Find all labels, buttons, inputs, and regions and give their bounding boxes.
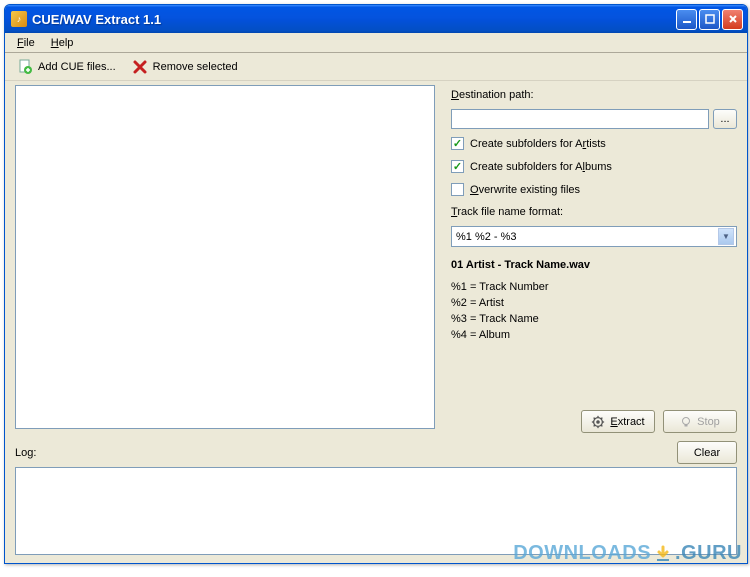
log-header: Log: Clear [15, 441, 737, 464]
window-title: CUE/WAV Extract 1.1 [32, 12, 676, 27]
overwrite-checkbox[interactable] [451, 183, 464, 196]
create-artists-checkbox[interactable] [451, 137, 464, 150]
format-value: %1 %2 - %3 [456, 231, 517, 243]
gear-icon [591, 415, 605, 429]
remove-selected-label: Remove selected [153, 61, 238, 73]
content-area: Destination path: ... Create subfolders … [5, 81, 747, 563]
destination-label: Destination path: [451, 87, 737, 103]
extract-label: Extract [610, 416, 644, 428]
format-label: Track file name format: [451, 204, 737, 220]
menu-file[interactable]: File [9, 35, 43, 51]
destination-input[interactable] [451, 109, 709, 129]
legend-1: %1 = Track Number [451, 279, 737, 295]
titlebar[interactable]: ♪ CUE/WAV Extract 1.1 [5, 5, 747, 33]
chevron-down-icon: ▼ [718, 228, 734, 245]
x-remove-icon [132, 59, 148, 75]
create-albums-label: Create subfolders for Albums [470, 161, 612, 173]
menubar: File Help [5, 33, 747, 53]
menu-help[interactable]: Help [43, 35, 82, 51]
format-example: 01 Artist - Track Name.wav [451, 253, 737, 273]
legend-4: %4 = Album [451, 327, 737, 343]
close-button[interactable] [722, 9, 743, 30]
minimize-button[interactable] [676, 9, 697, 30]
upper-section: Destination path: ... Create subfolders … [15, 85, 737, 433]
create-artists-label: Create subfolders for Artists [470, 138, 606, 150]
create-artists-row: Create subfolders for Artists [451, 135, 737, 152]
add-cue-button[interactable]: Add CUE files... [11, 56, 122, 78]
format-select[interactable]: %1 %2 - %3 ▼ [451, 226, 737, 247]
log-output[interactable] [15, 467, 737, 555]
maximize-button[interactable] [699, 9, 720, 30]
extract-button[interactable]: Extract [581, 410, 655, 433]
create-albums-checkbox[interactable] [451, 160, 464, 173]
format-legend: %1 = Track Number %2 = Artist %3 = Track… [451, 279, 737, 343]
action-buttons: Extract Stop [451, 402, 737, 433]
clear-button[interactable]: Clear [677, 441, 737, 464]
toolbar: Add CUE files... Remove selected [5, 53, 747, 81]
stop-button[interactable]: Stop [663, 410, 737, 433]
destination-row: ... [451, 109, 737, 129]
maximize-icon [705, 14, 715, 24]
overwrite-row: Overwrite existing files [451, 181, 737, 198]
overwrite-label: Overwrite existing files [470, 184, 580, 196]
legend-3: %3 = Track Name [451, 311, 737, 327]
browse-button[interactable]: ... [713, 109, 737, 129]
create-albums-row: Create subfolders for Albums [451, 158, 737, 175]
close-icon [728, 14, 738, 24]
app-icon: ♪ [11, 11, 27, 27]
options-panel: Destination path: ... Create subfolders … [451, 85, 737, 433]
page-add-icon [17, 59, 33, 75]
minimize-icon [682, 14, 692, 24]
log-label: Log: [15, 447, 36, 459]
cue-file-list[interactable] [15, 85, 435, 429]
remove-selected-button[interactable]: Remove selected [126, 56, 244, 78]
legend-2: %2 = Artist [451, 295, 737, 311]
stop-label: Stop [697, 416, 720, 428]
lightbulb-icon [680, 416, 692, 428]
log-section: Log: Clear [15, 441, 737, 555]
window-controls [676, 9, 743, 30]
app-window: ♪ CUE/WAV Extract 1.1 File Help Add CUE … [4, 4, 748, 564]
add-cue-label: Add CUE files... [38, 61, 116, 73]
